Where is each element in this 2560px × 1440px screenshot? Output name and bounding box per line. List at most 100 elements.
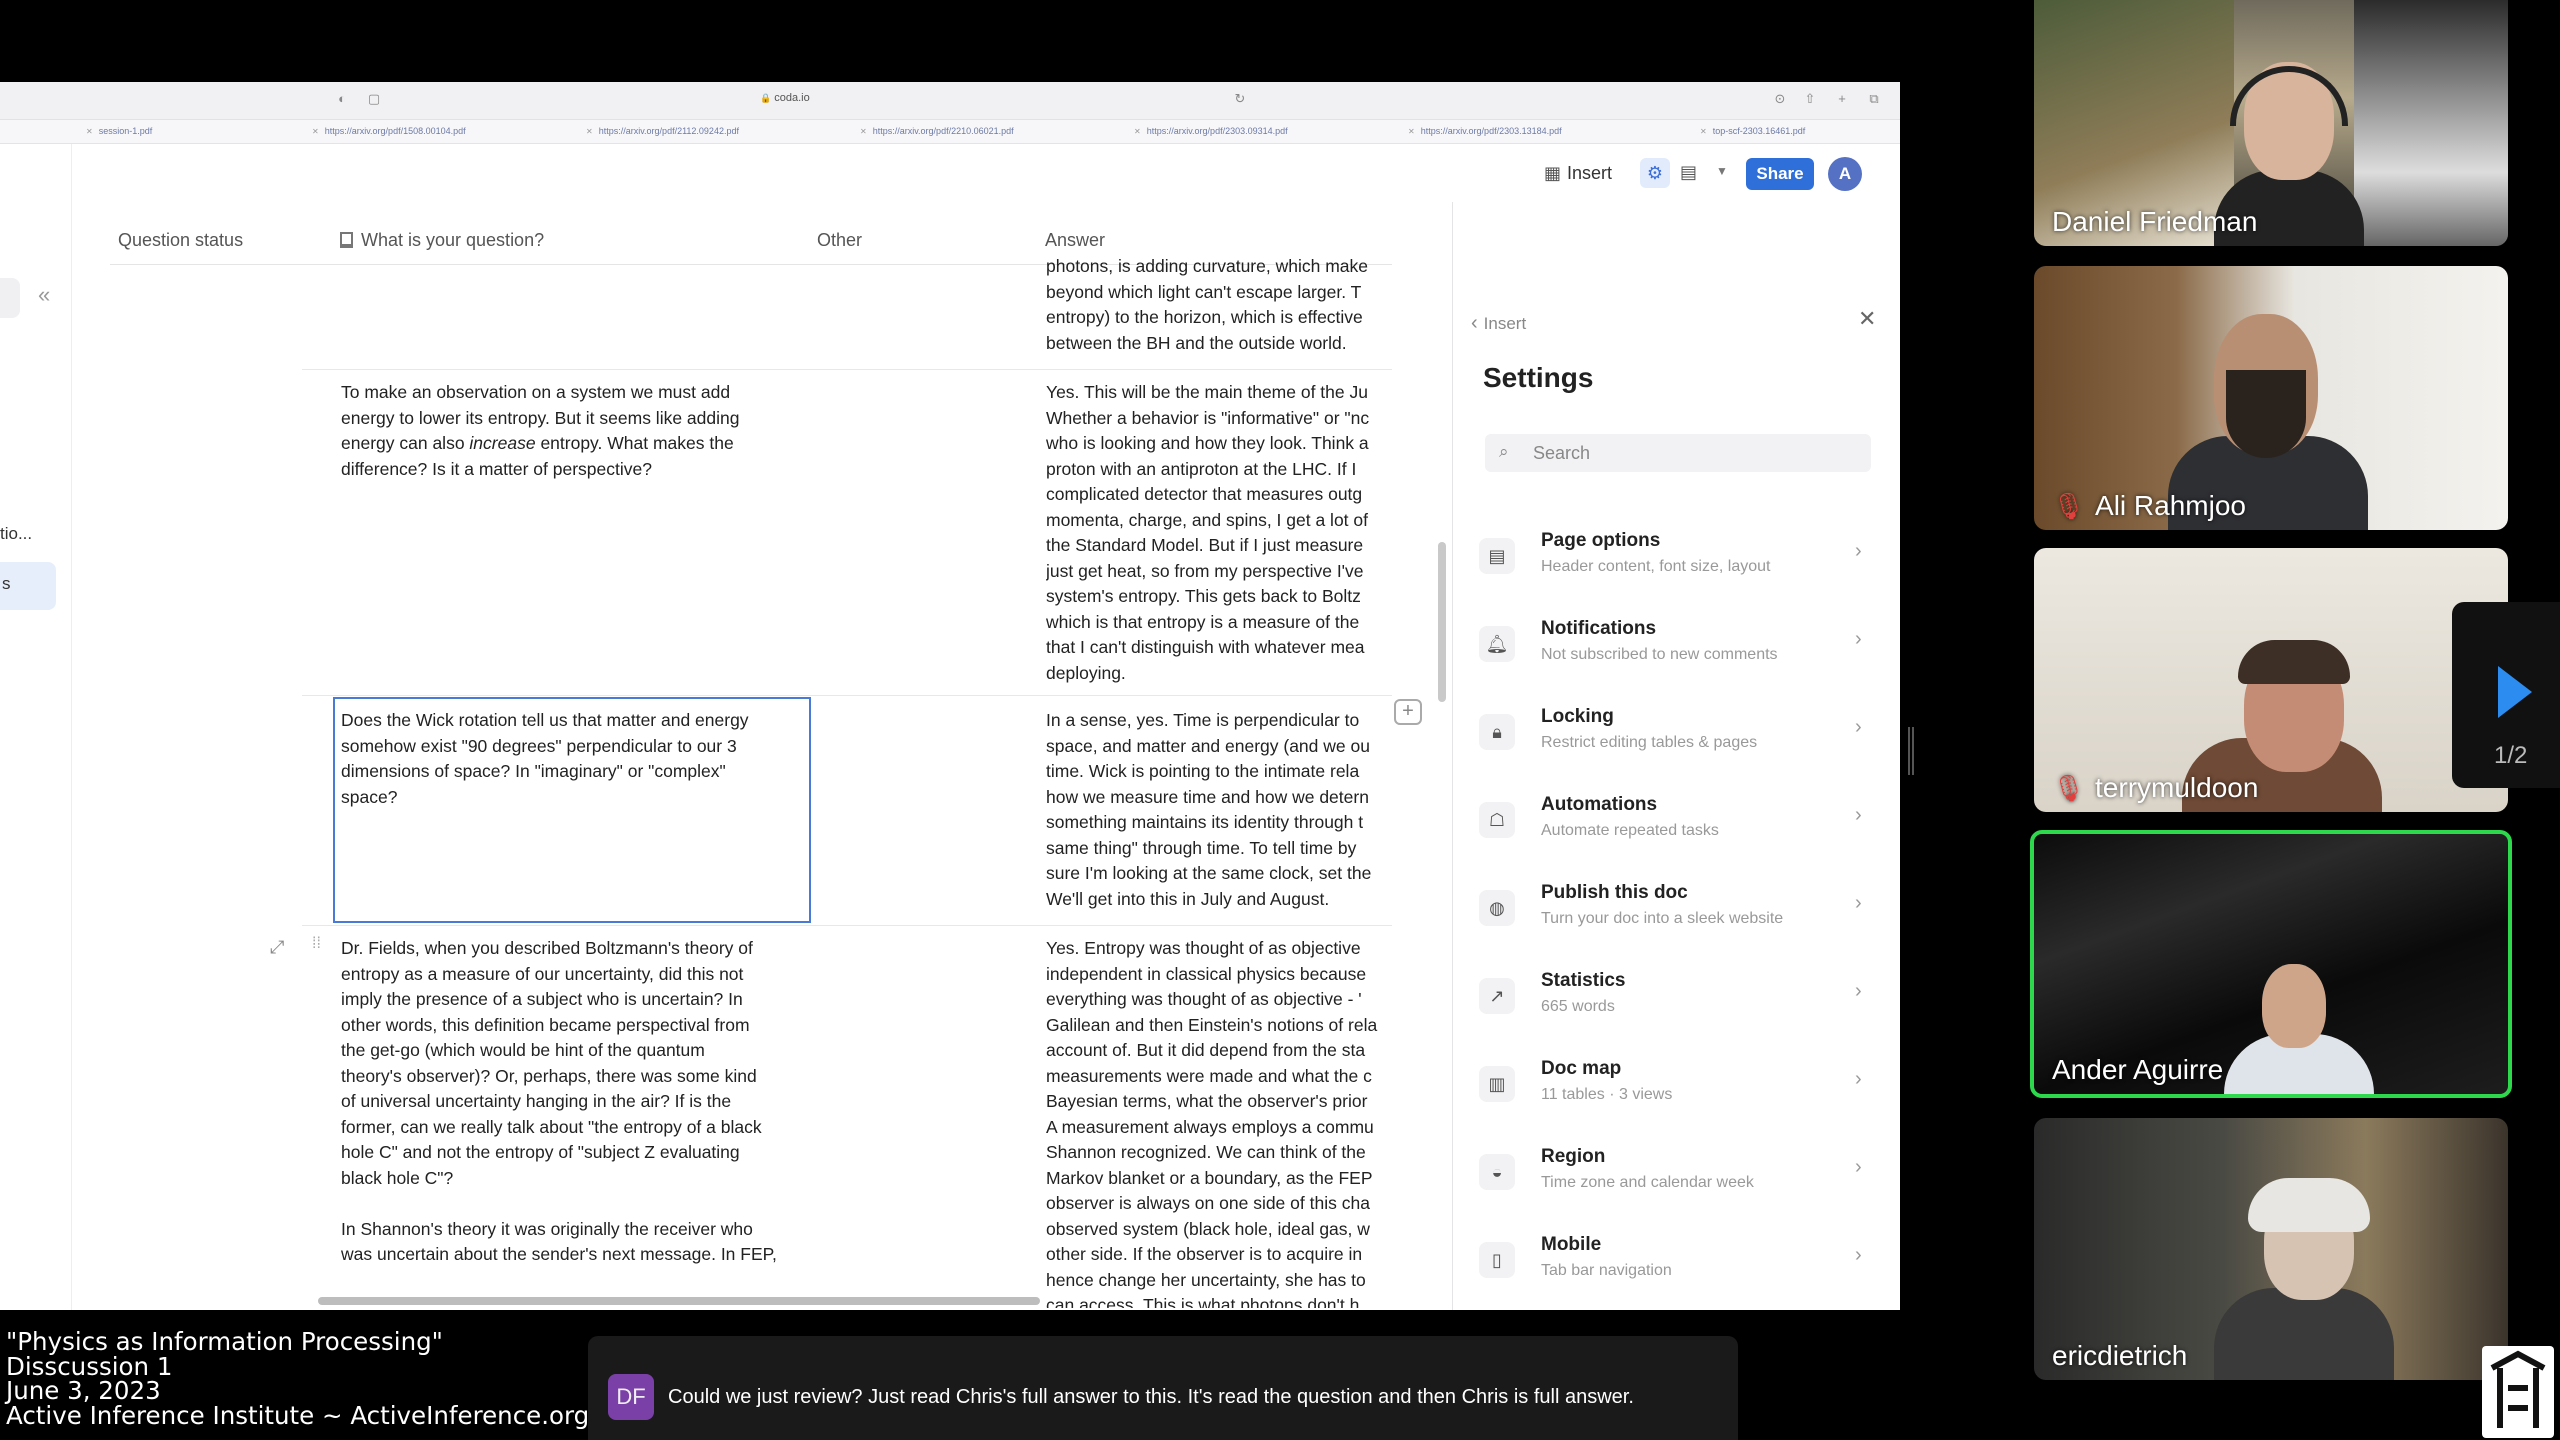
answer-cell[interactable]: photons, is adding curvature, which make… xyxy=(1046,254,1392,356)
horizontal-scrollbar[interactable] xyxy=(318,1297,1040,1305)
participant-face xyxy=(2262,964,2326,1048)
browser-tab[interactable]: session-1.pdf xyxy=(86,126,153,136)
participant-name: Daniel Friedman xyxy=(2052,206,2258,237)
item-subtitle: 665 words xyxy=(1541,998,1615,1015)
question-cell[interactable]: Dr. Fields, when you described Boltzmann… xyxy=(341,936,811,1268)
sidebar-item-label[interactable]: tio... xyxy=(0,524,32,544)
participant-hair xyxy=(2238,640,2350,684)
new-tab-icon[interactable]: + xyxy=(1834,91,1850,107)
chevron-right-icon: › xyxy=(1855,1156,1862,1178)
video-tile[interactable]: 🎙︎ terrymuldoon xyxy=(2034,548,2508,812)
panel-title: Settings xyxy=(1483,362,1594,393)
participant-body xyxy=(2214,1288,2394,1380)
map-icon: ▥ xyxy=(1479,1066,1515,1102)
caption-line: "Physics as Information Processing" xyxy=(6,1327,443,1356)
video-tile[interactable]: ericdietrich xyxy=(2034,1118,2508,1380)
splitter-handle[interactable] xyxy=(1908,727,1914,775)
settings-item-region[interactable]: ◒ Region Time zone and calendar week › xyxy=(1479,1146,1879,1208)
item-subtitle: Turn your doc into a sleek website xyxy=(1541,910,1784,927)
browser-tabs: session-1.pdf https://arxiv.org/pdf/1508… xyxy=(0,120,1900,144)
privacy-icon[interactable]: ◐ xyxy=(334,91,350,107)
settings-item-mobile[interactable]: ▯ Mobile Tab bar navigation › xyxy=(1479,1234,1879,1296)
chat-message-text: Could we just review? Just read Chris's … xyxy=(668,1386,1634,1408)
browser-tab[interactable]: https://arxiv.org/pdf/2210.06021.pdf xyxy=(860,126,1014,136)
item-label: Locking xyxy=(1541,706,1614,727)
participant-name-label: Ali Rahmjoo xyxy=(2095,490,2246,521)
answer-cell[interactable]: In a sense, yes. Time is perpendicular t… xyxy=(1046,708,1392,912)
item-label: Automations xyxy=(1541,794,1658,815)
settings-panel: Insert ✕ Settings ⌕ ▤ Page options Heade… xyxy=(1452,202,1900,1310)
reload-icon[interactable]: ↻ xyxy=(1232,91,1248,107)
caption-line: June 3, 2023 xyxy=(6,1376,161,1405)
answer-cell[interactable]: Yes. Entropy was thought of as objective… xyxy=(1046,936,1392,1308)
tab-overview-icon[interactable]: ⧉ xyxy=(1866,91,1882,107)
close-icon[interactable]: ✕ xyxy=(1858,306,1876,332)
add-comment-icon[interactable]: + xyxy=(1394,699,1422,725)
insert-button[interactable]: Insert xyxy=(1544,163,1612,184)
row-divider xyxy=(302,695,1392,696)
participant-name: ericdietrich xyxy=(2052,1340,2188,1371)
settings-item-doc-map[interactable]: ▥ Doc map 11 tables · 3 views › xyxy=(1479,1058,1879,1120)
item-label: Notifications xyxy=(1541,618,1657,639)
chevron-right-icon: › xyxy=(1855,892,1862,914)
settings-item-notifications[interactable]: 🔔︎ Notifications Not subscribed to new c… xyxy=(1479,618,1879,680)
settings-search-input[interactable] xyxy=(1485,434,1871,472)
video-tile[interactable]: 🎙︎ Ali Rahmjoo xyxy=(2034,266,2508,530)
settings-item-automations[interactable]: ☖ Automations Automate repeated tasks › xyxy=(1479,794,1879,856)
download-icon[interactable]: ⊙ xyxy=(1772,91,1788,107)
chevron-down-icon[interactable]: ▼ xyxy=(1716,164,1728,178)
column-header-question[interactable]: What is your question? xyxy=(340,230,544,251)
sidebar-item[interactable] xyxy=(0,278,20,318)
vertical-scrollbar[interactable] xyxy=(1438,542,1446,702)
question-cell[interactable]: Does the Wick rotation tell us that matt… xyxy=(341,708,811,810)
sidebar-toggle-icon[interactable]: ▢ xyxy=(366,91,382,107)
question-cell[interactable]: To make an observation on a system we mu… xyxy=(341,380,811,482)
expand-row-icon[interactable]: ⤢ xyxy=(270,937,284,958)
browser-tab[interactable]: https://arxiv.org/pdf/2303.09314.pdf xyxy=(1134,126,1288,136)
mobile-icon: ▯ xyxy=(1479,1242,1515,1278)
video-tile[interactable]: Daniel Friedman xyxy=(2034,0,2508,246)
collapse-sidebar-icon[interactable]: « xyxy=(38,282,50,308)
answer-cell[interactable]: Yes. This will be the main theme of the … xyxy=(1046,380,1392,686)
share-browser-icon[interactable]: ⇧ xyxy=(1802,91,1818,107)
browser-tab[interactable]: https://arxiv.org/pdf/1508.00104.pdf xyxy=(312,126,466,136)
comments-icon[interactable]: ▤ xyxy=(1680,162,1697,183)
column-header-status[interactable]: Question status xyxy=(118,230,243,251)
page-icon: ▤ xyxy=(1479,538,1515,574)
avatar[interactable]: A xyxy=(1828,157,1862,191)
participant-name: 🎙︎ Ali Rahmjoo xyxy=(2052,490,2246,522)
address-bar[interactable]: coda.io xyxy=(760,92,809,104)
background-poster xyxy=(2354,0,2508,246)
item-label: Statistics xyxy=(1541,970,1626,991)
participant-hair xyxy=(2248,1178,2370,1232)
search-icon: ⌕ xyxy=(1499,442,1509,461)
settings-gear-icon[interactable]: ⚙ xyxy=(1640,158,1670,188)
column-header-other[interactable]: Other xyxy=(817,230,862,251)
item-label: Region xyxy=(1541,1146,1606,1167)
chevron-right-icon: › xyxy=(1855,804,1862,826)
drag-handle-icon[interactable]: ⁞⁞ xyxy=(312,935,321,953)
item-subtitle: Time zone and calendar week xyxy=(1541,1174,1754,1191)
next-page-button[interactable]: 1/2 xyxy=(2452,602,2560,788)
browser-tab[interactable]: https://arxiv.org/pdf/2303.13184.pdf xyxy=(1408,126,1562,136)
share-button[interactable]: Share xyxy=(1746,158,1814,190)
chevron-right-icon: › xyxy=(1855,628,1862,650)
settings-item-page-options[interactable]: ▤ Page options Header content, font size… xyxy=(1479,530,1879,592)
institute-logo xyxy=(2482,1346,2554,1438)
back-to-insert-link[interactable]: Insert xyxy=(1471,312,1527,335)
participant-name: Ander Aguirre xyxy=(2052,1054,2224,1085)
browser-tab[interactable]: top-scf-2303.16461.pdf xyxy=(1700,126,1806,136)
sidebar-item-selected[interactable]: s xyxy=(0,562,56,610)
settings-item-statistics[interactable]: ↗ Statistics 665 words › xyxy=(1479,970,1879,1032)
avatar: DF xyxy=(608,1374,654,1420)
column-header-label: What is your question? xyxy=(361,230,545,250)
column-header-answer[interactable]: Answer xyxy=(1045,230,1105,251)
browser-tab[interactable]: https://arxiv.org/pdf/2112.09242.pdf xyxy=(586,126,739,136)
item-subtitle: Header content, font size, layout xyxy=(1541,558,1771,575)
video-tile-active-speaker[interactable]: Ander Aguirre xyxy=(2030,830,2512,1098)
bookmark-icon xyxy=(340,232,353,248)
participant-beard xyxy=(2226,370,2306,458)
settings-item-locking[interactable]: 🔒︎ Locking Restrict editing tables & pag… xyxy=(1479,706,1879,768)
settings-item-publish[interactable]: ◍ Publish this doc Turn your doc into a … xyxy=(1479,882,1879,944)
muted-mic-icon: 🎙︎ xyxy=(2052,491,2086,521)
